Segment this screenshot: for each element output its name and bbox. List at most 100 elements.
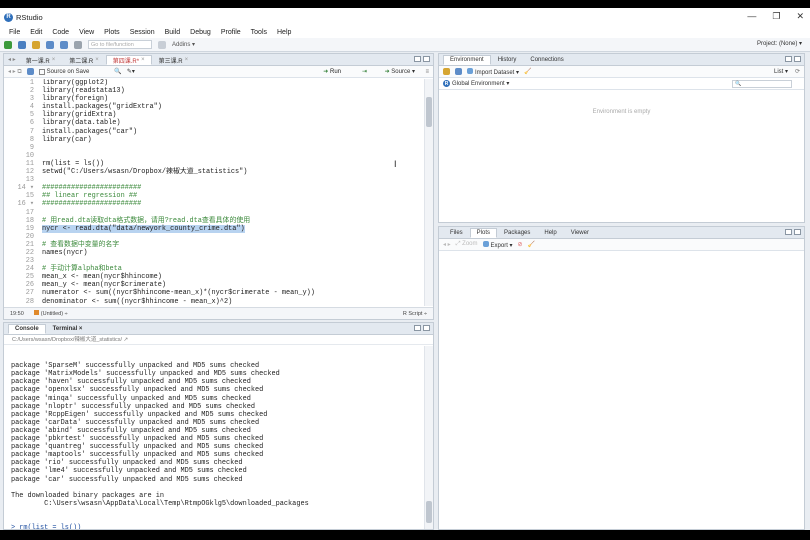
tab-history[interactable]: History — [491, 55, 524, 65]
code-line[interactable]: library(readstata13) — [42, 87, 423, 95]
new-project-icon[interactable] — [18, 40, 26, 49]
plot-nav-icon[interactable]: ◂ ▸ — [443, 241, 451, 248]
menu-view[interactable]: View — [74, 29, 99, 36]
close-tab-icon[interactable]: × — [52, 57, 56, 63]
export-menu[interactable]: Export ▾ — [482, 240, 513, 249]
view-mode-menu[interactable]: List ▾ — [774, 68, 788, 75]
menu-edit[interactable]: Edit — [25, 29, 47, 36]
code-line[interactable]: nycr <- read.dta("data/newyork_county_cr… — [42, 224, 423, 233]
workspace-panes-icon[interactable] — [158, 40, 166, 49]
clear-workspace-icon[interactable]: 🧹 — [524, 68, 531, 75]
console-scroll-thumb[interactable] — [426, 501, 432, 523]
code-line[interactable]: numerator <- sum((nycr$hhincome-mean_x)*… — [42, 289, 423, 297]
print-icon[interactable] — [74, 40, 82, 49]
zoom-button[interactable]: ⤢ Zoom — [456, 241, 478, 248]
close-button[interactable]: ✕ — [796, 11, 804, 22]
menu-build[interactable]: Build — [160, 29, 186, 36]
code-line[interactable]: library(foreign) — [42, 95, 423, 103]
save-file-icon[interactable] — [26, 68, 34, 75]
editor-scrollbar[interactable] — [424, 79, 433, 306]
rerun-icon[interactable]: ⇥ — [362, 68, 367, 75]
tab-files[interactable]: Files — [443, 228, 470, 238]
code-line[interactable] — [42, 152, 423, 160]
code-line[interactable] — [42, 233, 423, 241]
code-text[interactable]: library(ggplot2) library(readstata13) libr… — [42, 79, 423, 306]
import-dataset-button[interactable]: Import Dataset ▾ — [467, 67, 519, 76]
save-all-icon[interactable] — [60, 40, 68, 49]
minimize-pane-icon[interactable] — [414, 325, 421, 331]
addins-menu[interactable]: Addins ▾ — [172, 41, 195, 48]
clear-plots-icon[interactable]: 🧹 — [528, 241, 535, 248]
maximize-button[interactable]: ❐ — [772, 11, 780, 22]
maximize-pane-icon[interactable] — [794, 229, 801, 235]
tab-lesson2[interactable]: 第二课.R × — [62, 55, 106, 65]
save-icon[interactable] — [46, 40, 54, 49]
code-line[interactable]: library(ggplot2) — [42, 79, 423, 87]
menu-profile[interactable]: Profile — [216, 29, 246, 36]
close-tab-icon[interactable]: × — [141, 57, 145, 63]
minimize-pane-icon[interactable] — [785, 56, 792, 62]
tab-terminal[interactable]: Terminal × — [46, 324, 90, 334]
open-file-icon[interactable] — [32, 40, 40, 49]
environment-search-input[interactable]: 🔍 — [732, 80, 792, 88]
maximize-pane-icon[interactable] — [794, 56, 801, 62]
source-button[interactable]: ➜ Source ▾ — [385, 68, 415, 75]
code-editor[interactable]: 1 2 3 4 5 6 7 8 9 10 11 12 13 14 ▾ 15 16 ▾ 17 18 19 20 21 22 2… — [4, 79, 423, 306]
code-line[interactable]: library(data.table) — [42, 119, 423, 127]
code-line[interactable]: names(nycr) — [42, 249, 423, 257]
tab-lesson4[interactable]: 第四课.R* × — [105, 55, 152, 65]
console-working-dir[interactable]: C:/Users/wsasn/Dropbox/辣椒大道_statistics/ … — [4, 335, 433, 345]
code-line[interactable]: install.packages("gridExtra") — [42, 103, 423, 111]
close-tab-icon[interactable]: × — [95, 57, 99, 63]
menu-plots[interactable]: Plots — [99, 29, 125, 36]
menu-code[interactable]: Code — [47, 29, 74, 36]
minimize-button[interactable]: — — [747, 11, 756, 22]
code-line[interactable]: # 查看数据中变量的名字 — [42, 241, 423, 249]
tab-viewer[interactable]: Viewer — [564, 228, 596, 238]
source-on-save-checkbox[interactable] — [38, 68, 45, 75]
load-workspace-icon[interactable] — [443, 68, 450, 75]
tab-console[interactable]: Console — [8, 324, 46, 334]
editor-scroll-thumb[interactable] — [426, 97, 432, 127]
menu-debug[interactable]: Debug — [185, 29, 216, 36]
file-type-menu[interactable]: R Script ÷ — [403, 311, 427, 317]
code-line[interactable]: library(car) — [42, 136, 423, 144]
code-line[interactable] — [42, 176, 423, 184]
close-tab-icon[interactable]: × — [185, 57, 189, 63]
scope-menu[interactable]: (Untitled) ÷ — [33, 310, 68, 317]
tab-connections[interactable]: Connections — [523, 55, 570, 65]
tab-help[interactable]: Help — [537, 228, 563, 238]
maximize-pane-icon[interactable] — [423, 325, 430, 331]
code-line[interactable]: install.packages("car") — [42, 128, 423, 136]
code-line[interactable]: # 手动计算alpha和beta — [42, 265, 423, 273]
code-line[interactable]: denominator <- sum((nycr$hhincome - mean… — [42, 298, 423, 306]
tab-lesson1[interactable]: 第一课.R × — [19, 55, 63, 65]
code-line[interactable]: ######################## — [42, 200, 423, 208]
maximize-pane-icon[interactable] — [423, 56, 430, 62]
tab-lesson3[interactable]: 第三课.R × — [152, 55, 196, 65]
code-line[interactable] — [42, 144, 423, 152]
tab-environment[interactable]: Environment — [443, 55, 491, 65]
code-line[interactable]: ## linear regression ## — [42, 192, 423, 200]
new-file-icon[interactable] — [4, 40, 12, 49]
code-tools-icon[interactable]: ✎▾ — [127, 68, 135, 75]
remove-plot-icon[interactable]: ⊘ — [518, 241, 523, 248]
tab-plots[interactable]: Plots — [469, 228, 498, 238]
menu-session[interactable]: Session — [125, 29, 160, 36]
refresh-icon[interactable]: ⟳ — [795, 68, 800, 75]
menu-help[interactable]: Help — [272, 29, 296, 36]
code-line[interactable]: mean_x <- mean(nycr$hhincome) — [42, 273, 423, 281]
console-output[interactable]: package 'SparseM' successfully unpacked … — [4, 346, 423, 529]
code-line[interactable]: ######################## — [42, 184, 423, 192]
goto-file-input[interactable]: Go to file/function — [88, 40, 152, 49]
global-environment-menu[interactable]: R Global Environment ▾ — [443, 80, 509, 87]
code-line[interactable]: rm(list = ls()) — [42, 160, 423, 168]
outline-icon[interactable]: ≡ — [425, 69, 429, 75]
show-in-window-icon[interactable]: ◂ ▸ ⧉ — [8, 68, 22, 76]
tab-packages[interactable]: Packages — [497, 228, 537, 238]
code-line[interactable]: # 用read.dta读取dta格式数据，请用?read.dta查看具体的使用 — [42, 217, 423, 225]
menu-tools[interactable]: Tools — [246, 29, 272, 36]
console-scrollbar[interactable] — [424, 346, 433, 529]
code-line[interactable] — [42, 209, 423, 217]
run-button[interactable]: ➜ Run — [323, 68, 341, 75]
